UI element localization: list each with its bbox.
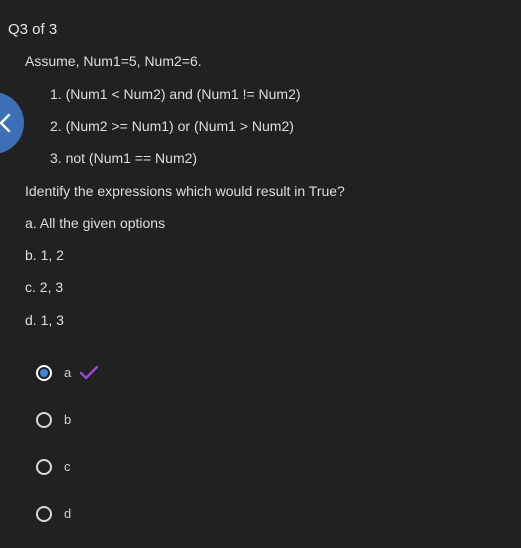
quiz-page: Q3 of 3 Assume, Num1=5, Num2=6. 1. (Num1… xyxy=(0,0,521,548)
answer-label-c: c xyxy=(64,459,71,474)
answer-option-b[interactable]: b xyxy=(36,409,71,431)
choice-b: b. 1, 2 xyxy=(25,247,64,263)
answer-label-d: d xyxy=(64,506,72,521)
radio-button-d[interactable] xyxy=(36,506,52,522)
expression-2: 2. (Num2 >= Num1) or (Num1 > Num2) xyxy=(50,118,294,134)
chevron-left-icon xyxy=(0,113,11,133)
checkmark-icon xyxy=(80,365,99,380)
answer-option-a[interactable]: a xyxy=(36,362,99,384)
answer-option-c[interactable]: c xyxy=(36,456,71,478)
answer-label-a: a xyxy=(64,365,72,380)
answer-option-d[interactable]: d xyxy=(36,503,71,525)
back-button[interactable] xyxy=(0,92,24,154)
choice-c: c. 2, 3 xyxy=(25,279,64,295)
question-intro: Assume, Num1=5, Num2=6. xyxy=(25,53,202,69)
choice-a: a. All the given options xyxy=(25,215,166,231)
radio-button-c[interactable] xyxy=(36,459,52,475)
question-prompt: Identify the expressions which would res… xyxy=(25,183,345,199)
question-counter: Q3 of 3 xyxy=(8,21,58,38)
expression-1: 1. (Num1 < Num2) and (Num1 != Num2) xyxy=(50,86,301,102)
expression-3: 3. not (Num1 == Num2) xyxy=(50,150,198,166)
choice-d: d. 1, 3 xyxy=(25,312,64,328)
answer-label-b: b xyxy=(64,412,72,427)
radio-button-b[interactable] xyxy=(36,412,52,428)
radio-button-a[interactable] xyxy=(36,365,52,381)
